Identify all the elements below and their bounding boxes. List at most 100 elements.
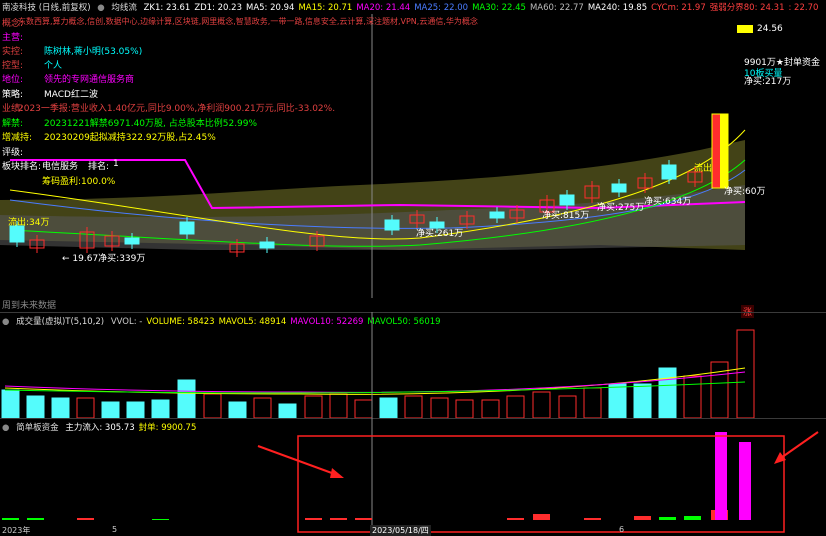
left-outflow-label: 流出:34万 — [8, 218, 50, 228]
limit-up-marker — [737, 25, 753, 33]
date-june: 6 — [619, 525, 625, 534]
rank-label: 排名: — [88, 162, 110, 172]
ma-value-1: ZD1: 20.23 — [194, 3, 242, 13]
ma-value-9: CYCm: 21.97 — [651, 3, 706, 13]
limit-candle — [712, 114, 720, 188]
indicator-name[interactable]: 均线流 — [111, 3, 137, 13]
candle — [9, 225, 25, 243]
capital-bar — [684, 516, 701, 520]
ma-value-2: MA5: 20.94 — [246, 3, 295, 13]
volume-bar — [481, 399, 500, 418]
volume-bar — [558, 395, 577, 418]
future-data-label: 周到未来数据 — [2, 301, 57, 311]
reduce-value: 20230209起拟减持322.92万股,占2.45% — [44, 133, 216, 143]
performance-value: 2023一季报:营业收入1.40亿元,同比9.00%,净利润900.21万元,同… — [18, 104, 336, 114]
volume-bar — [658, 367, 677, 418]
volume-bar — [583, 387, 602, 418]
capital-bar — [152, 519, 169, 520]
ma-value-3: MA15: 20.71 — [298, 3, 353, 13]
volume-bar — [228, 401, 247, 418]
strategy-label: 策略: — [2, 90, 24, 100]
capital-bar — [634, 516, 651, 520]
actual-value: 陈树林,蒋小明(53.05%) — [44, 47, 143, 57]
reduce-label: 增减持: — [2, 133, 33, 143]
strategy-value: MACD红二波 — [44, 90, 98, 100]
candle — [259, 241, 275, 249]
net-261-label: 净买:261万 — [416, 229, 464, 239]
volume-bar — [26, 395, 45, 418]
volume-bar — [203, 393, 222, 418]
concept-value: 东数西算,算力概念,信创,数据中心,边缘计算,区块链,网里概念,智慧政务,一带一… — [18, 17, 478, 26]
volume-bar — [76, 397, 95, 418]
volume-bar — [329, 393, 348, 418]
volume-bar — [379, 397, 398, 418]
net-60-label: 净买:60万 — [724, 187, 766, 197]
indicator-dot-icon: ● — [97, 3, 105, 13]
capital-bar — [507, 518, 524, 520]
ma-value-10: 强弱分界80: 24.31 — [709, 3, 785, 13]
position-label: 地位: — [2, 75, 24, 85]
limit-candle — [720, 114, 728, 188]
ma-value-0: ZK1: 23.61 — [143, 3, 191, 13]
arrow-left — [257, 445, 341, 477]
net-634-label: 净买:634万 — [644, 197, 692, 207]
ma-value-4: MA20: 21.44 — [356, 3, 411, 13]
volume-bar — [736, 329, 755, 418]
volume-bar — [608, 383, 627, 418]
profit-value: 筹码盈利:100.0% — [42, 177, 116, 187]
capital-chart — [2, 418, 819, 534]
volume-bar — [304, 395, 323, 418]
date-year: 2023年 — [2, 526, 31, 535]
volume-bar — [51, 397, 70, 418]
volume-bar — [683, 375, 702, 418]
main-header: 南凌科技 (日线,前复权) ● 均线流 ZK1: 23.61 ZD1: 20.23… — [2, 1, 826, 13]
candle — [489, 211, 505, 219]
main-biz-label: 主营: — [2, 33, 24, 43]
stock-title: 南凌科技 (日线,前复权) — [2, 3, 91, 13]
capital-bar — [305, 518, 322, 520]
capital-bar — [330, 518, 347, 520]
date-may: 5 — [112, 525, 118, 534]
control-label: 控型: — [2, 61, 24, 71]
candle — [559, 194, 575, 206]
volume-bar — [126, 401, 145, 418]
sector-label: 板块排名: — [2, 162, 42, 172]
rating-label: 评级: — [2, 148, 24, 158]
ma-value-5: MA25: 22.00 — [414, 3, 469, 13]
candle — [179, 221, 195, 235]
crosshair-date: 2023/05/18/四 — [370, 525, 431, 536]
arrow-left-head — [330, 468, 344, 478]
volume-chart — [1, 312, 755, 418]
capital-bar — [2, 518, 19, 520]
volume-bar — [455, 399, 474, 418]
top-price-label: 24.56 — [757, 24, 783, 34]
candle — [661, 164, 677, 180]
capital-bar — [584, 518, 601, 520]
unlock-value: 20231221解禁6971.40万股, 占总股本比例52.99% — [44, 119, 258, 129]
unlock-label: 解禁: — [2, 119, 24, 129]
volume-bar — [430, 397, 449, 418]
volume-bar — [177, 379, 196, 418]
outflow-top-label: 流出 — [694, 164, 713, 174]
net-815-label: 净买:815万 — [542, 211, 590, 221]
rank-value: 1 — [113, 159, 119, 169]
capital-bar — [533, 514, 550, 520]
volume-bar — [532, 391, 551, 418]
capital-bar — [27, 518, 44, 520]
volume-bar — [151, 399, 170, 418]
seal-bar — [715, 432, 727, 520]
actual-label: 实控: — [2, 47, 24, 57]
net-275-label: 净买:275万 — [597, 203, 645, 213]
candle — [611, 183, 627, 193]
capital-bar — [355, 518, 372, 520]
volume-bar — [633, 383, 652, 418]
capital-bar — [659, 517, 676, 520]
candle — [124, 237, 140, 245]
volume-bar — [354, 399, 373, 418]
volume-bar — [404, 395, 423, 418]
volume-bar — [253, 397, 272, 418]
control-value: 个人 — [44, 61, 63, 71]
capital-bar — [77, 518, 94, 520]
net-217-label: 净买:217万 — [744, 77, 792, 87]
volume-bar — [506, 395, 525, 418]
